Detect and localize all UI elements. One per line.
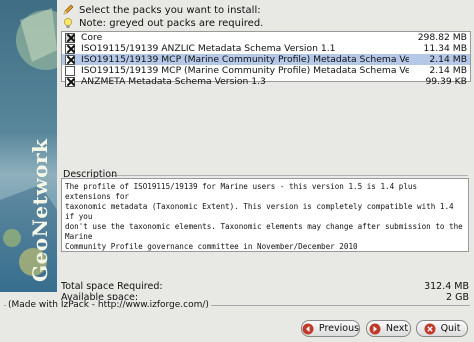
pack-size: 99.39 KB [425,76,467,87]
pack-checkbox[interactable] [65,43,75,54]
stop-icon [424,323,436,335]
pack-row[interactable]: ISO19115/19139 MCP (Marine Community Pro… [62,54,470,65]
description-text: The profile of ISO19115/19139 for Marine… [61,178,469,252]
next-label: Next [385,323,409,334]
pack-size: 11.34 MB [423,43,467,54]
next-button[interactable]: Next [366,320,411,337]
side-banner: GeoNetwork opensource [0,0,57,292]
pack-name: ANZMETA Metadata Schema Version 1.3 [81,76,266,87]
pencil-icon [62,4,74,16]
pack-checkbox[interactable] [65,32,75,43]
pack-row[interactable]: ANZMETA Metadata Schema Version 1.3 99.3… [62,76,470,87]
pack-size: 2.14 MB [429,54,467,65]
pack-name: Core [81,32,103,43]
description-divider [110,175,468,176]
arrow-left-icon [302,323,314,335]
lightbulb-icon [62,17,74,29]
note-text: Note: greyed out packs are required. [79,17,264,29]
pack-name: ISO19115/19139 MCP (Marine Community Pro… [81,54,409,65]
previous-button[interactable]: Previous [301,320,360,337]
pack-checkbox[interactable] [65,76,75,87]
pack-checkbox[interactable] [65,54,75,65]
pack-name: ISO19115/19139 MCP (Marine Community Pro… [81,65,409,76]
required-space-label: Total space Required: [61,281,163,292]
previous-label: Previous [318,323,360,334]
pack-row[interactable]: ISO19115/19139 ANZLIC Metadata Schema Ve… [62,43,470,54]
quit-button[interactable]: Quit [416,320,468,337]
quit-label: Quit [440,323,461,334]
required-space-row: Total space Required: 312.4 MB [61,281,469,292]
instruction-text: Select the packs you want to install: [79,4,261,16]
pack-row[interactable]: Core 298.82 MB [62,32,470,43]
available-space-value: 2 GB [446,292,469,303]
pack-name: ISO19115/19139 ANZLIC Metadata Schema Ve… [81,43,336,54]
made-with-label: (Made with IzPack - http://www.izforge.c… [6,300,211,310]
note-line: Note: greyed out packs are required. [62,17,263,29]
pack-size: 2.14 MB [429,65,467,76]
pack-size: 298.82 MB [417,32,467,43]
required-space-value: 312.4 MB [424,281,469,292]
packs-table[interactable]: Core 298.82 MB ISO19115/19139 ANZLIC Met… [61,31,471,87]
pack-row[interactable]: ISO19115/19139 MCP (Marine Community Pro… [62,65,470,76]
banner-title: GeoNetwork [28,138,52,282]
arrow-right-icon [369,323,381,335]
pack-checkbox[interactable] [65,65,75,76]
instruction-line: Select the packs you want to install: [62,4,261,16]
